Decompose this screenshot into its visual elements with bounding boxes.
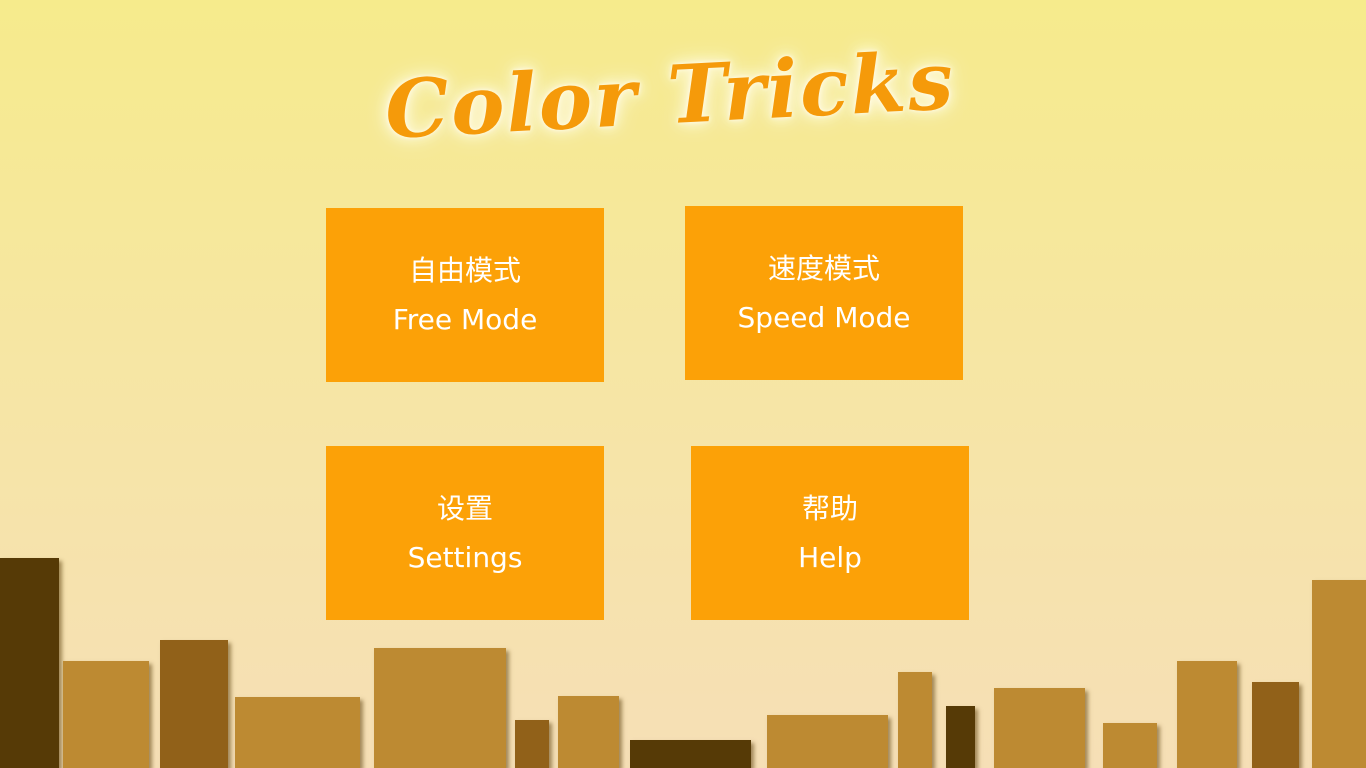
skyline-building xyxy=(558,696,619,768)
free-mode-button[interactable]: 自由模式 Free Mode xyxy=(326,208,604,382)
help-button[interactable]: 帮助 Help xyxy=(691,446,969,620)
free-mode-label-zh: 自由模式 xyxy=(408,254,521,287)
speed-mode-button[interactable]: 速度模式 Speed Mode xyxy=(685,206,963,380)
skyline-building xyxy=(1103,723,1157,768)
settings-label-en: Settings xyxy=(407,541,523,574)
skyline-building xyxy=(946,706,975,768)
speed-mode-label-en: Speed Mode xyxy=(737,301,911,334)
skyline-building xyxy=(1312,580,1366,768)
skyline-building xyxy=(0,558,59,768)
help-label-zh: 帮助 xyxy=(801,492,858,525)
settings-button[interactable]: 设置 Settings xyxy=(326,446,604,620)
speed-mode-label-zh: 速度模式 xyxy=(767,252,880,285)
help-label-en: Help xyxy=(798,541,862,574)
settings-label-zh: 设置 xyxy=(436,492,493,525)
skyline-building xyxy=(515,720,549,768)
skyline-building xyxy=(1177,661,1237,768)
skyline-building xyxy=(235,697,360,768)
free-mode-label-en: Free Mode xyxy=(392,303,538,336)
skyline-building xyxy=(374,648,506,768)
skyline-building xyxy=(630,740,751,768)
skyline-building xyxy=(1252,682,1299,768)
skyline-building xyxy=(160,640,228,768)
game-title: Color Tricks xyxy=(382,33,958,157)
skyline-building xyxy=(994,688,1085,768)
skyline-building xyxy=(898,672,932,768)
skyline-building xyxy=(767,715,888,768)
skyline-building xyxy=(63,661,149,768)
